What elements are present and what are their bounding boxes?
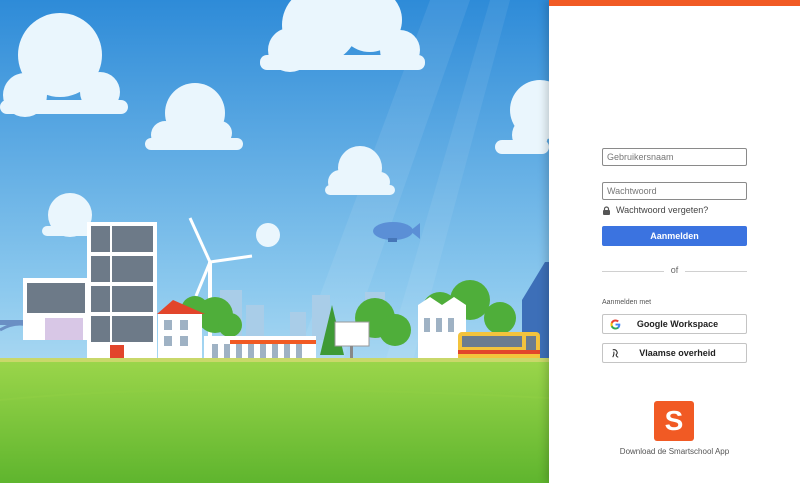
divider-right	[685, 271, 747, 272]
vlaamse-overheid-button[interactable]: Vlaamse overheid	[602, 343, 747, 363]
accent-bar	[549, 0, 800, 6]
sign-in-button[interactable]: Aanmelden	[602, 226, 747, 246]
login-panel: Wachtwoord vergeten? Aanmelden of Aanmel…	[549, 0, 800, 483]
download-app-label: Download de Smartschool App	[619, 447, 730, 456]
lock-icon	[602, 205, 611, 215]
vlaamse-overheid-label: Vlaamse overheid	[639, 348, 716, 358]
school-town-illustration	[0, 0, 549, 483]
forgot-password-label: Wachtwoord vergeten?	[616, 205, 709, 215]
google-workspace-label: Google Workspace	[636, 319, 719, 329]
password-input[interactable]	[602, 182, 747, 200]
smartschool-app-logo[interactable]: S	[654, 401, 694, 441]
google-icon	[609, 318, 621, 330]
vlaamse-overheid-icon	[609, 347, 621, 359]
forgot-password-link[interactable]: Wachtwoord vergeten?	[602, 205, 708, 215]
sign-in-with-label: Aanmelden met	[602, 299, 652, 306]
or-divider-label: of	[670, 265, 679, 275]
username-input[interactable]	[602, 148, 747, 166]
google-workspace-button[interactable]: Google Workspace	[602, 314, 747, 334]
